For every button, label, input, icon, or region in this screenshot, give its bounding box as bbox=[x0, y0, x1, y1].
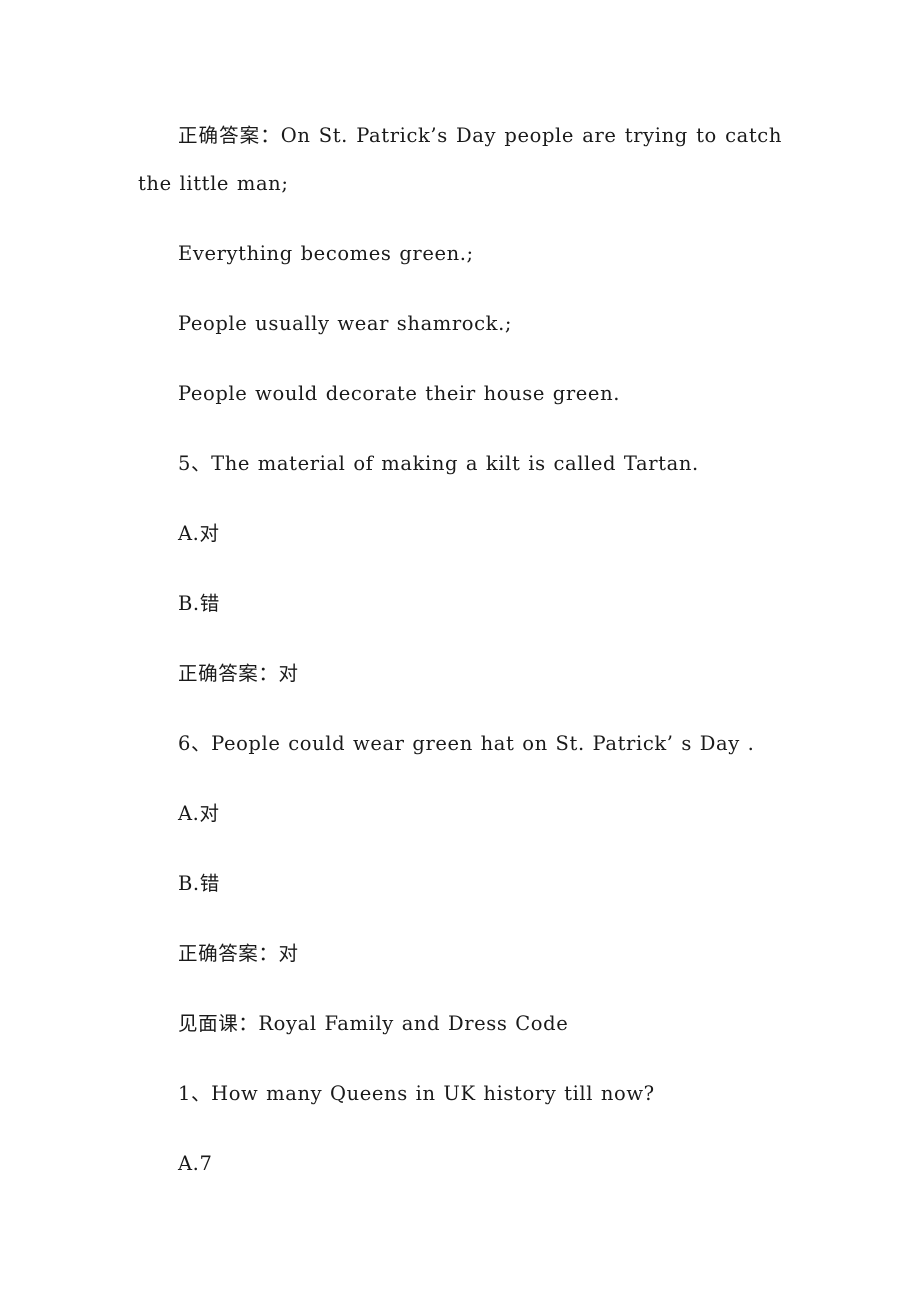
document-page: 正确答案：On St. Patrick’s Day people are try… bbox=[0, 0, 920, 1302]
correct-answer-line-people-wear-shamrock: People usually wear shamrock.; bbox=[178, 312, 513, 335]
correct-answer-line-decorate-house-green: People would decorate their house green. bbox=[178, 382, 621, 405]
section-heading-royal-family-and-dress-code: 见面课：Royal Family and Dress Code bbox=[178, 1012, 569, 1035]
question-5-correct-answer: 正确答案：对 bbox=[178, 662, 299, 685]
question-5-option-a[interactable]: A.对 bbox=[138, 510, 782, 558]
correct-answer-line-everything-becomes-green: Everything becomes green.; bbox=[178, 242, 474, 265]
question-5-option-b[interactable]: B.错 bbox=[138, 580, 782, 628]
question-1-option-a[interactable]: A.7 bbox=[138, 1140, 782, 1188]
question-1-text: 1、How many Queens in UK history till now… bbox=[178, 1082, 655, 1105]
document-body: 正确答案：On St. Patrick’s Day people are try… bbox=[138, 112, 782, 1210]
question-6-correct-answer: 正确答案：对 bbox=[178, 942, 299, 965]
correct-answer-question-4: 正确答案：On St. Patrick’s Day people are try… bbox=[138, 124, 790, 195]
question-6-text: 6、People could wear green hat on St. Pat… bbox=[178, 732, 755, 755]
question-6-option-a[interactable]: A.对 bbox=[138, 790, 782, 838]
question-5-text: 5、The material of making a kilt is calle… bbox=[178, 452, 699, 475]
question-6-option-b[interactable]: B.错 bbox=[138, 860, 782, 908]
